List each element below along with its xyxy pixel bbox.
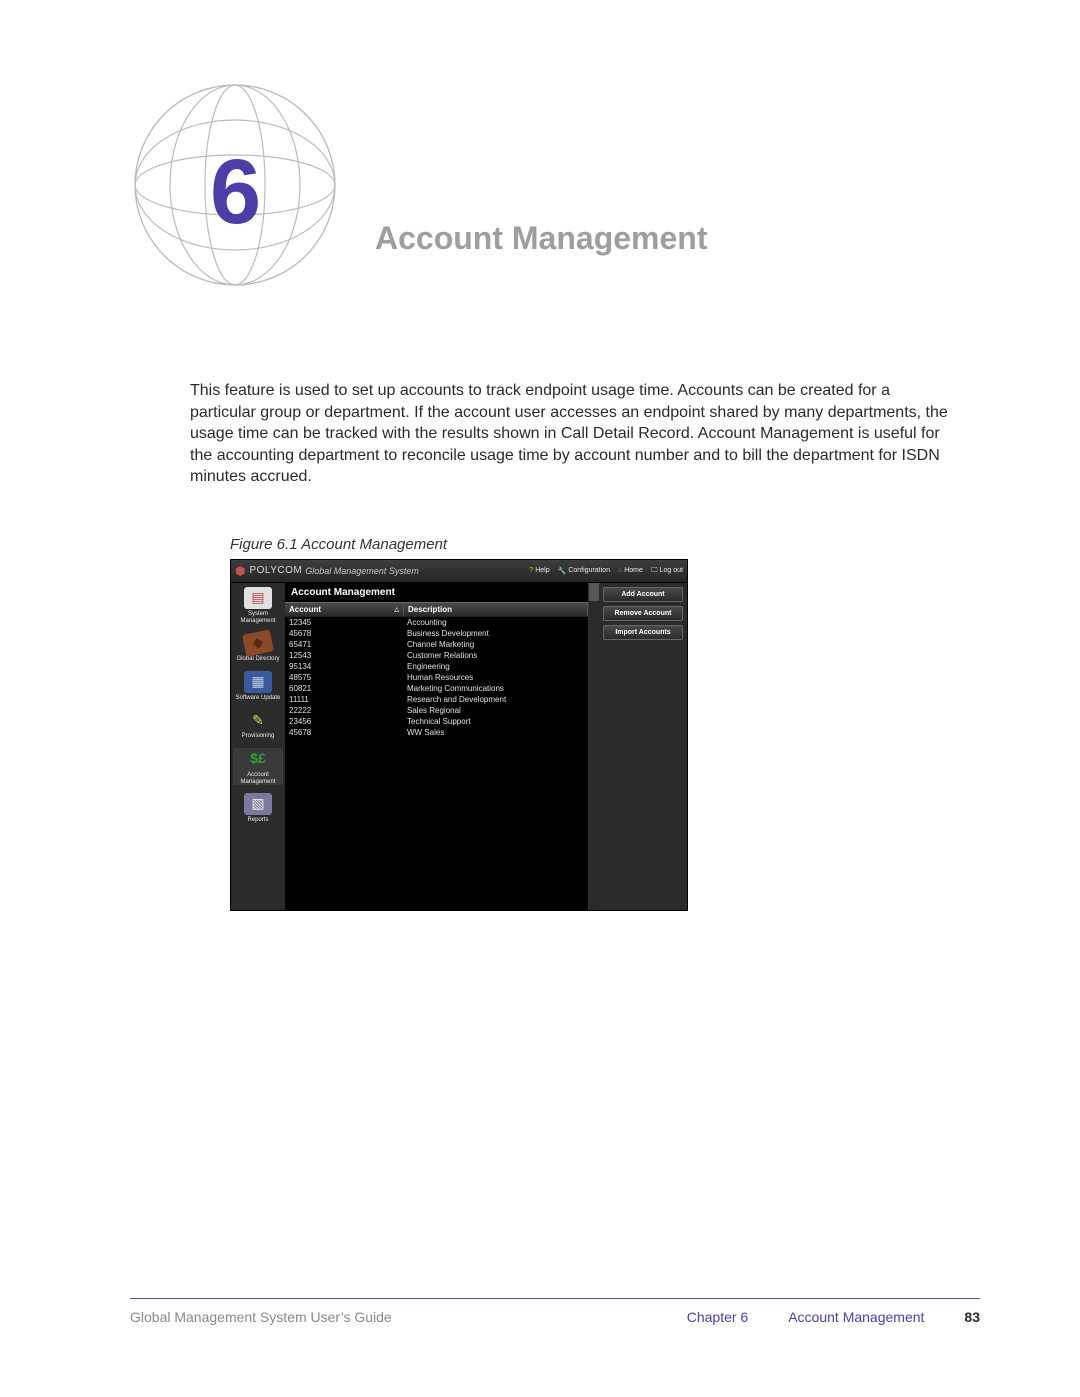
import-accounts-button[interactable]: Import Accounts xyxy=(603,625,683,640)
cell-account: 45678 xyxy=(285,727,403,738)
app-titlebar: ⬢ POLYCOM Global Management System ? Hel… xyxy=(231,560,687,583)
sidebar-item-account-management[interactable]: $£ Account Management xyxy=(233,748,283,785)
cell-description: Business Development xyxy=(403,628,588,639)
sidebar-item-label: Reports xyxy=(233,817,283,824)
column-header-description[interactable]: Description xyxy=(404,603,588,616)
software-update-icon: ▦ xyxy=(244,671,272,693)
cell-description: Sales Regional xyxy=(403,705,588,716)
table-row[interactable]: 48575Human Resources xyxy=(285,672,588,683)
table-row[interactable]: 60821Marketing Communications xyxy=(285,683,588,694)
reports-icon: ▧ xyxy=(244,793,272,815)
figure-caption: Figure 6.1 Account Management xyxy=(230,536,980,553)
account-management-icon: $£ xyxy=(244,748,272,770)
footer-rule xyxy=(130,1298,980,1299)
footer-section: Account Management xyxy=(788,1309,924,1325)
home-icon: ⌂ xyxy=(618,567,622,574)
sidebar-item-label: Provisioning xyxy=(233,733,283,740)
home-label: Home xyxy=(624,567,643,574)
app-window: ⬢ POLYCOM Global Management System ? Hel… xyxy=(230,559,688,911)
logout-icon: 🖵 xyxy=(651,567,658,575)
table-row[interactable]: 22222Sales Regional xyxy=(285,705,588,716)
add-account-button[interactable]: Add Account xyxy=(603,587,683,602)
table-body: 12345Accounting45678Business Development… xyxy=(285,617,588,910)
document-page: 6 Account Management This feature is use… xyxy=(0,0,1080,1397)
body-paragraph: This feature is used to set up accounts … xyxy=(190,380,960,488)
configuration-link[interactable]: 🔧 Configuration xyxy=(558,567,610,575)
global-directory-icon: ◆ xyxy=(242,629,274,656)
sidebar-item-provisioning[interactable]: ✎ Provisioning xyxy=(233,709,283,740)
help-icon: ? xyxy=(529,567,533,574)
remove-account-button[interactable]: Remove Account xyxy=(603,606,683,621)
table-row[interactable]: 12543Customer Relations xyxy=(285,650,588,661)
column-header-description-label: Description xyxy=(408,605,452,614)
chapter-header: 6 Account Management xyxy=(130,80,980,340)
cell-account: 12345 xyxy=(285,617,403,628)
sidebar-item-label: Account Management xyxy=(233,772,283,785)
table-row[interactable]: 45678Business Development xyxy=(285,628,588,639)
sidebar-item-label: Global Directory xyxy=(233,656,283,663)
cell-account: 12543 xyxy=(285,650,403,661)
account-table-panel: Account Management Account △ Description… xyxy=(285,583,589,910)
polycom-logo-icon: ⬢ xyxy=(235,564,245,578)
cell-account: 23456 xyxy=(285,716,403,727)
chapter-number: 6 xyxy=(210,140,261,245)
app-main: Account Management Account △ Description… xyxy=(285,583,687,910)
sidebar-item-label: Software Update xyxy=(233,695,283,702)
cell-description: Technical Support xyxy=(403,716,588,727)
table-row[interactable]: 12345Accounting xyxy=(285,617,588,628)
cell-account: 45678 xyxy=(285,628,403,639)
cell-description: Marketing Communications xyxy=(403,683,588,694)
table-row[interactable]: 45678WW Sales xyxy=(285,727,588,738)
column-header-account-label: Account xyxy=(289,605,321,614)
configuration-label: Configuration xyxy=(568,567,610,574)
cell-description: WW Sales xyxy=(403,727,588,738)
table-row[interactable]: 11111Research and Development xyxy=(285,694,588,705)
footer-page-number: 83 xyxy=(964,1309,980,1325)
cell-description: Research and Development xyxy=(403,694,588,705)
logout-link[interactable]: 🖵 Log out xyxy=(651,567,683,575)
sidebar-item-system-management[interactable]: ▤ System Management xyxy=(233,587,283,624)
cell-description: Accounting xyxy=(403,617,588,628)
cell-description: Human Resources xyxy=(403,672,588,683)
brand-text: POLYCOM xyxy=(249,565,302,576)
sidebar-item-global-directory[interactable]: ◆ Global Directory xyxy=(233,632,283,663)
provisioning-icon: ✎ xyxy=(244,709,272,731)
cell-description: Engineering xyxy=(403,661,588,672)
footer-guide-title: Global Management System User’s Guide xyxy=(130,1309,687,1325)
logout-label: Log out xyxy=(660,567,683,574)
home-link[interactable]: ⌂ Home xyxy=(618,567,643,574)
wrench-icon: 🔧 xyxy=(558,567,567,575)
cell-description: Channel Marketing xyxy=(403,639,588,650)
column-header-account[interactable]: Account △ xyxy=(285,603,404,616)
footer-chapter: Chapter 6 xyxy=(687,1309,748,1325)
chapter-title: Account Management xyxy=(375,220,707,257)
table-row[interactable]: 65471Channel Marketing xyxy=(285,639,588,650)
panel-title: Account Management xyxy=(285,583,588,602)
sort-ascending-icon: △ xyxy=(394,606,399,613)
system-management-icon: ▤ xyxy=(244,587,272,609)
cell-account: 65471 xyxy=(285,639,403,650)
action-panel: Add Account Remove Account Import Accoun… xyxy=(599,583,687,910)
sidebar-item-label: System Management xyxy=(233,611,283,624)
sidebar-item-reports[interactable]: ▧ Reports xyxy=(233,793,283,824)
vertical-scrollbar[interactable] xyxy=(589,583,599,910)
cell-account: 22222 xyxy=(285,705,403,716)
table-row[interactable]: 23456Technical Support xyxy=(285,716,588,727)
system-name: Global Management System xyxy=(305,566,419,576)
cell-account: 48575 xyxy=(285,672,403,683)
cell-account: 60821 xyxy=(285,683,403,694)
table-row[interactable]: 95134Engineering xyxy=(285,661,588,672)
help-label: Help xyxy=(535,567,549,574)
page-footer: Global Management System User’s Guide Ch… xyxy=(130,1309,980,1325)
table-header: Account △ Description xyxy=(285,602,588,617)
help-link[interactable]: ? Help xyxy=(529,567,549,574)
cell-account: 11111 xyxy=(285,694,403,705)
cell-account: 95134 xyxy=(285,661,403,672)
sidebar-item-software-update[interactable]: ▦ Software Update xyxy=(233,671,283,702)
cell-description: Customer Relations xyxy=(403,650,588,661)
app-sidebar: ▤ System Management ◆ Global Directory ▦… xyxy=(231,583,285,910)
